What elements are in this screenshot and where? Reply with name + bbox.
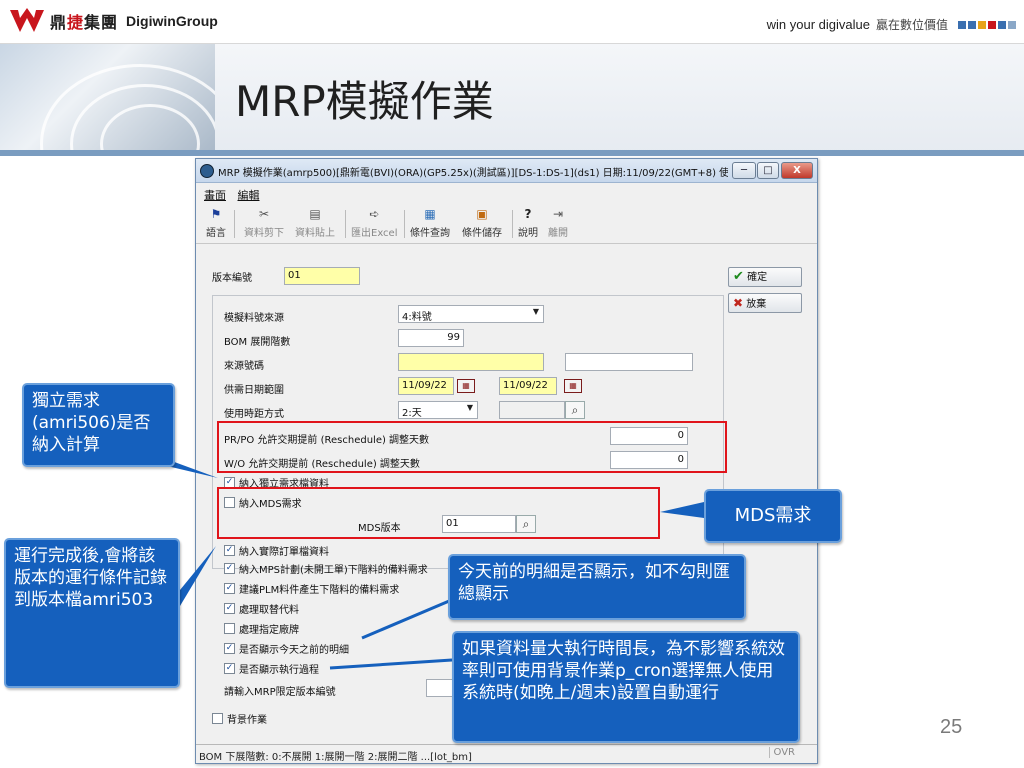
- callout-mds: MDS需求: [704, 489, 842, 543]
- callout-independent-demand: 獨立需求(amri506)是否納入計算: [22, 383, 175, 467]
- callout-background-job: 如果資料量大執行時間長，為不影響系統效率則可使用背景作業p_cron選擇無人使用…: [452, 631, 800, 743]
- callout-today-detail: 今天前的明細是否顯示，如不勾則匯總顯示: [448, 554, 746, 620]
- callout-after-run: 運行完成後,會將該版本的運行條件記錄到版本檔amri503: [4, 538, 180, 688]
- page-number: 25: [940, 716, 963, 738]
